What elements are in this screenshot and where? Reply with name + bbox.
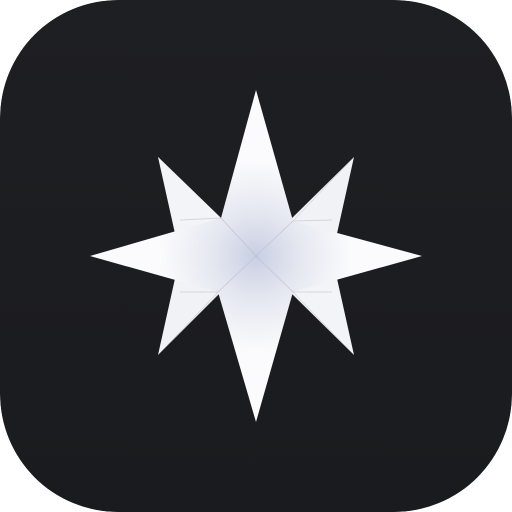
app-icon[interactable]: [0, 0, 512, 512]
compass-star-icon: [0, 0, 512, 512]
icon-canvas: [0, 0, 512, 512]
